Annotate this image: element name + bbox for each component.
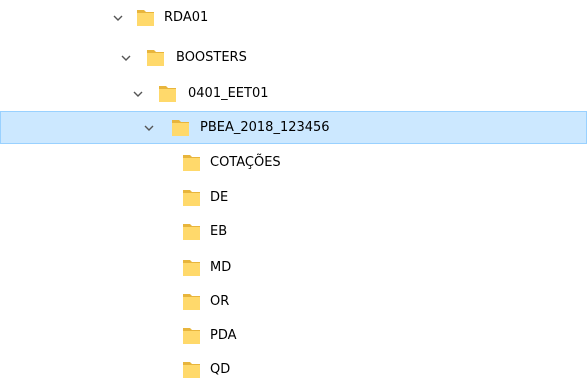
folder-icon [182,259,201,277]
tree-item-cotacoes[interactable]: COTAÇÕES [0,147,587,179]
folder-tree: RDA01 BOOSTERS 0401_EET01 PBEA_2018_1234… [0,0,587,383]
folder-icon [182,327,201,345]
tree-item-label: RDA01 [164,10,209,25]
tree-item-or[interactable]: OR [0,286,587,318]
chevron-down-icon[interactable] [132,88,144,100]
tree-item-label: OR [210,294,230,309]
tree-item-label: COTAÇÕES [210,155,281,170]
chevron-down-icon[interactable] [120,52,132,64]
tree-item-label: MD [210,260,232,275]
folder-icon [171,119,190,137]
folder-icon [182,293,201,311]
chevron-down-icon[interactable] [112,12,124,24]
tree-item-de[interactable]: DE [0,182,587,214]
tree-item-label: DE [210,190,229,205]
tree-item-pbea-2018-123456[interactable]: PBEA_2018_123456 [0,111,587,144]
tree-item-label: PBEA_2018_123456 [200,120,330,135]
tree-item-label: QD [210,362,231,377]
tree-item-rda01[interactable]: RDA01 [0,2,587,34]
tree-item-label: EB [210,224,228,239]
tree-item-boosters[interactable]: BOOSTERS [0,42,587,74]
folder-icon [136,9,155,27]
chevron-down-icon[interactable] [143,122,155,134]
tree-item-pda[interactable]: PDA [0,320,587,352]
folder-icon [146,49,165,67]
folder-icon [182,223,201,241]
folder-icon [182,361,201,379]
tree-item-md[interactable]: MD [0,252,587,284]
tree-item-label: BOOSTERS [176,50,247,65]
folder-icon [182,154,201,172]
tree-item-label: 0401_EET01 [188,86,269,101]
folder-icon [158,85,177,103]
tree-item-eb[interactable]: EB [0,216,587,248]
folder-icon [182,189,201,207]
tree-item-qd[interactable]: QD [0,354,587,386]
tree-item-label: PDA [210,328,237,343]
tree-item-0401-eet01[interactable]: 0401_EET01 [0,78,587,110]
